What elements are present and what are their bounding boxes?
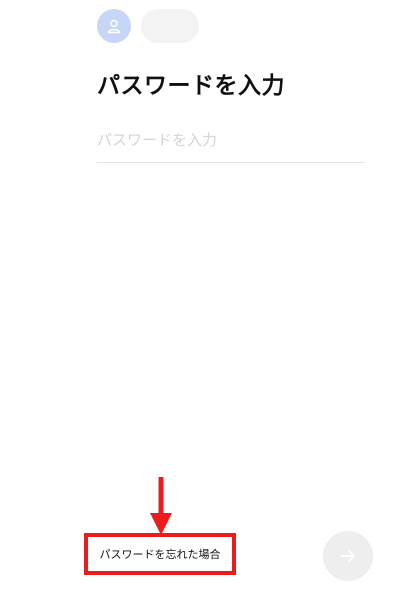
next-button[interactable] [323,531,373,581]
page-title: パスワードを入力 [97,73,285,99]
arrow-right-icon [339,547,357,565]
annotation-arrow [150,477,172,535]
password-input[interactable] [97,118,365,162]
forgot-password-link[interactable]: パスワードを忘れた場合 [84,533,236,575]
account-row [97,9,199,43]
account-name [141,9,199,43]
avatar [97,9,131,43]
password-field[interactable] [97,118,365,163]
password-screen: パスワードを入力 パスワードを忘れた場合 [0,0,400,597]
person-icon [106,18,122,34]
